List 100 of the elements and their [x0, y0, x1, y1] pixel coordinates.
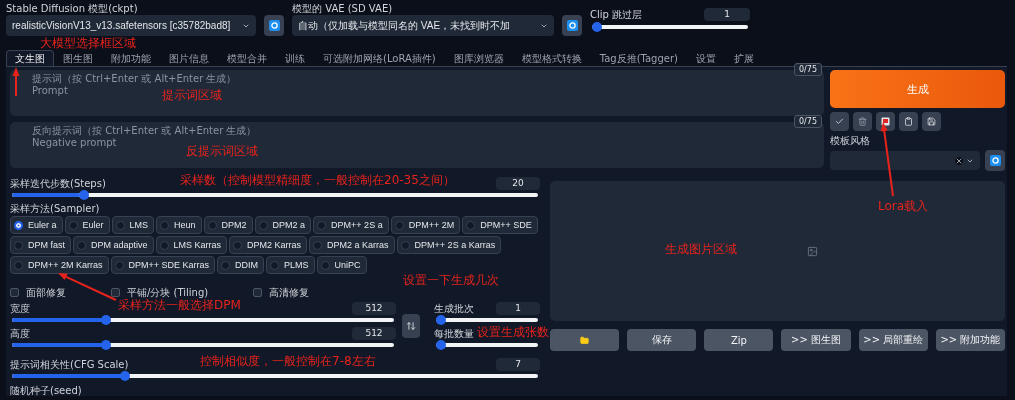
sampler-option[interactable]: DPM adaptive [73, 236, 154, 254]
tab[interactable]: 设置 [687, 50, 725, 66]
folder-button[interactable] [550, 329, 620, 351]
tab[interactable]: 模型合并 [218, 50, 276, 66]
tab[interactable]: 图生图 [54, 50, 102, 66]
clipboard-button[interactable] [899, 112, 918, 131]
refresh-button[interactable] [985, 150, 1005, 171]
tab[interactable]: 可选附加网络(LoRA插件) [314, 50, 445, 66]
sampler-option[interactable]: Heun [156, 216, 202, 234]
sampler-option[interactable]: DPM++ SDE [462, 216, 538, 234]
slider-label: Clip 跳过层 [590, 9, 643, 20]
slider-label: 采样迭代步数(Steps) [10, 178, 106, 189]
sampler-option[interactable]: DPM2 Karras [229, 236, 308, 254]
number-field[interactable]: 1 [496, 302, 540, 315]
refresh-button[interactable] [562, 15, 582, 36]
slider-label: 每批数量 [434, 328, 474, 339]
tab[interactable]: Tag反推(Tagger) [590, 50, 687, 66]
trash-icon [858, 117, 867, 126]
slider-label: 高度 [10, 328, 30, 339]
tab[interactable]: 图片信息 [160, 50, 218, 66]
tab[interactable]: 文生图 [6, 50, 54, 66]
number-field[interactable]: 20 [496, 177, 540, 190]
annotation-text: 采样数（控制模型精细度，一般控制在20-35之间） [180, 174, 455, 187]
card-icon [881, 117, 890, 126]
token-counter: 0/75 [794, 115, 822, 128]
refresh-icon [268, 20, 280, 31]
field-label: 采样方法(Sampler) [10, 203, 100, 214]
output-button[interactable]: 保存 [627, 329, 697, 351]
annotation-text: Lora载入 [878, 200, 929, 213]
sampler-option[interactable]: DPM2 [203, 216, 253, 234]
sampler-option[interactable]: Euler a [10, 216, 63, 234]
annotation-text: 生成图片区域 [665, 243, 737, 256]
swap-icon [406, 321, 416, 331]
lora-button[interactable] [876, 112, 895, 131]
sampler-option[interactable]: DPM++ 2S a Karras [396, 236, 502, 254]
sampler-option[interactable]: DPM fast [10, 236, 71, 254]
annotation-text: 控制相似度，一般控制在7-8左右 [200, 355, 376, 368]
sampler-option[interactable]: DPM++ SDE Karras [110, 256, 216, 274]
save-button[interactable] [922, 112, 941, 131]
refresh-button[interactable] [264, 15, 284, 36]
slider-label: 提示词相关性(CFG Scale) [10, 359, 129, 370]
tab[interactable]: 训练 [276, 50, 314, 66]
sampler-option[interactable]: LMS [111, 216, 155, 234]
number-field[interactable]: 512 [352, 302, 396, 315]
folder-icon [580, 335, 590, 345]
image-icon [807, 245, 818, 257]
sampler-option[interactable]: Euler [64, 216, 110, 234]
token-counter: 0/75 [794, 63, 822, 76]
sampler-option[interactable]: DPM++ 2S a [313, 216, 389, 234]
slider-thumb[interactable] [79, 190, 90, 200]
number-field[interactable]: 7 [496, 358, 540, 371]
slider[interactable] [436, 315, 538, 325]
checkbox[interactable]: 面部修复 [10, 286, 66, 298]
slider-thumb[interactable] [101, 315, 112, 325]
swap-button[interactable] [402, 314, 420, 338]
vae-select[interactable]: 自动（仅加载与模型同名的 VAE，未找到时不加 [292, 15, 554, 36]
slider-thumb[interactable] [120, 371, 131, 381]
slider[interactable] [592, 22, 748, 32]
sampler-option[interactable]: DPM++ 2M [390, 216, 461, 234]
field-label: 模型的 VAE (SD VAE) [292, 3, 394, 14]
slider[interactable] [12, 371, 538, 381]
field-label: Stable Diffusion 模型(ckpt) [6, 3, 139, 14]
slider-thumb[interactable] [101, 340, 112, 350]
tab[interactable]: 扩展 [725, 50, 763, 66]
slider[interactable] [12, 340, 394, 350]
refresh-icon [989, 155, 1001, 166]
slider-thumb[interactable] [436, 340, 446, 350]
output-button[interactable]: >> 局部重绘 [858, 329, 928, 351]
model-select[interactable]: realisticVisionV13_v13.safetensors [c35782bad8] [6, 15, 256, 36]
annotation-text: 设置生成张数 [477, 326, 549, 339]
refresh-icon [566, 20, 578, 31]
clipboard-icon [904, 117, 913, 126]
slider[interactable] [12, 190, 538, 200]
slider[interactable] [12, 315, 394, 325]
sampler-option[interactable]: PLMS [266, 256, 315, 274]
tab[interactable]: 图库浏览器 [444, 50, 513, 66]
check-button[interactable] [830, 112, 849, 131]
sampler-option[interactable]: UniPC [316, 256, 367, 274]
output-button[interactable]: >> 附加功能 [935, 329, 1005, 351]
slider-thumb[interactable] [436, 315, 446, 325]
checkbox[interactable]: 高清修复 [253, 286, 310, 298]
clear-icon[interactable] [955, 156, 963, 165]
field-label: 模板风格 [830, 135, 871, 146]
checkbox[interactable]: 平铺/分块 (Tiling) [111, 286, 209, 298]
sampler-option[interactable]: LMS Karras [155, 236, 228, 254]
slider-thumb[interactable] [592, 22, 602, 32]
sampler-option[interactable]: DPM++ 2M Karras [10, 256, 109, 274]
output-button[interactable]: >> 图生图 [781, 329, 851, 351]
output-button[interactable]: Zip [704, 329, 774, 351]
slider[interactable] [436, 340, 538, 350]
tab[interactable]: 附加功能 [102, 50, 160, 66]
sampler-option[interactable]: DPM2 a [254, 216, 312, 234]
sampler-option[interactable]: DPM2 a Karras [309, 236, 395, 254]
number-field[interactable]: 1 [704, 8, 750, 21]
number-field[interactable]: 512 [352, 327, 396, 340]
check-icon [835, 117, 844, 126]
field-label: 随机种子(seed) [10, 385, 82, 396]
tab[interactable]: 模型格式转换 [512, 50, 591, 66]
sampler-option[interactable]: DDIM [217, 256, 265, 274]
trash-button[interactable] [853, 112, 872, 131]
